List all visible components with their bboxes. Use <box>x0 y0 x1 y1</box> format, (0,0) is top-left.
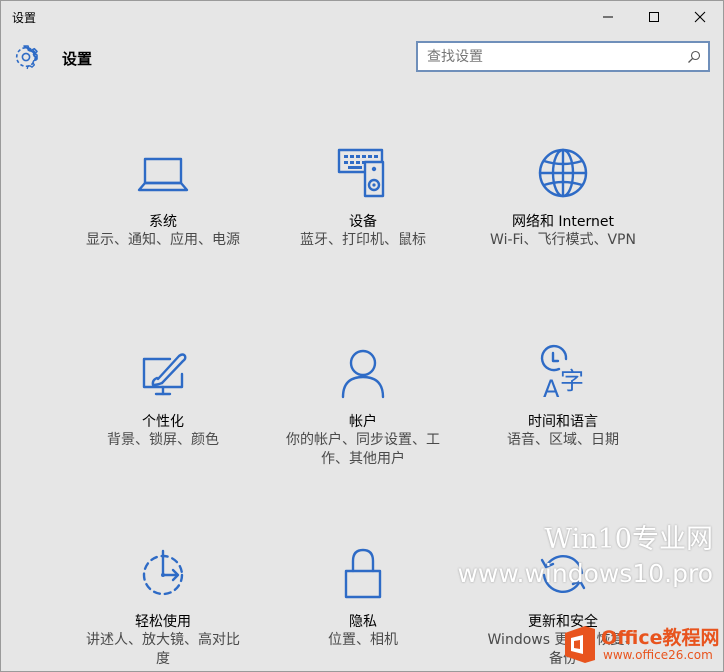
tile-devices-desc: 蓝牙、打印机、鼠标 <box>300 232 426 248</box>
gear-icon <box>15 45 38 70</box>
globe-icon <box>536 147 590 201</box>
tile-privacy-name: 隐私 <box>349 614 377 630</box>
tile-system-name: 系统 <box>149 214 177 230</box>
tile-network-name: 网络和 Internet <box>511 214 615 230</box>
search-icon[interactable] <box>687 50 701 64</box>
time-language-icon: A 字 <box>536 344 590 403</box>
tile-ease-of-access-name: 轻松使用 <box>135 614 191 630</box>
personalization-icon <box>136 347 190 401</box>
tile-personalization-name: 个性化 <box>142 414 184 430</box>
tile-time-language-desc: 语音、区域、日期 <box>507 432 619 448</box>
tile-accounts-desc: 你的帐户、同步设置、工作、其他用户 <box>286 432 440 467</box>
window-title: 设置 <box>12 11 37 25</box>
update-icon <box>536 547 590 601</box>
tile-privacy-desc: 位置、相机 <box>328 632 398 648</box>
tile-system-desc: 显示、通知、应用、电源 <box>86 232 240 248</box>
settings-window: 设置 设置 查找设置 系统 显示、通知、应用、电源 设备 蓝牙、打印机、鼠标 网… <box>0 0 724 672</box>
tile-update-security-desc: Windows 更新、恢复、备份 <box>487 632 639 667</box>
lock-icon <box>336 547 390 601</box>
tile-network-desc: Wi-Fi、飞行模式、VPN <box>490 232 636 248</box>
page-title: 设置 <box>62 50 93 68</box>
laptop-icon <box>136 147 190 201</box>
tile-update-security-name: 更新和安全 <box>528 614 598 630</box>
svg-text:A: A <box>543 375 560 403</box>
title-bar[interactable]: 设置 <box>1 1 723 32</box>
search-box[interactable] <box>416 41 710 72</box>
svg-text:字: 字 <box>560 367 584 395</box>
minimize-icon <box>603 16 613 17</box>
ease-of-access-icon <box>136 547 190 601</box>
search-input[interactable] <box>427 48 677 66</box>
tile-devices-name: 设备 <box>349 214 377 230</box>
devices-icon <box>336 147 390 201</box>
tile-personalization-desc: 背景、锁屏、颜色 <box>107 432 219 448</box>
maximize-button[interactable] <box>631 1 677 32</box>
close-button[interactable] <box>677 1 723 32</box>
maximize-icon <box>649 11 659 22</box>
close-icon <box>694 11 706 22</box>
person-icon <box>336 347 390 401</box>
tile-accounts-name: 帐户 <box>349 414 377 430</box>
tile-ease-of-access-desc: 讲述人、放大镜、高对比度 <box>86 632 240 667</box>
tile-time-language-name: 时间和语言 <box>528 414 598 430</box>
minimize-button[interactable] <box>585 1 631 32</box>
